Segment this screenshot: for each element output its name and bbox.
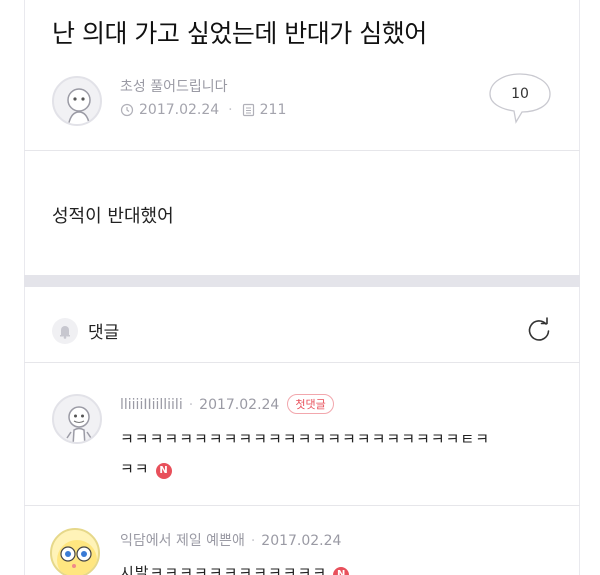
comment-avatar[interactable] <box>52 394 102 444</box>
comment-text: ㅋㅋ <box>120 460 150 478</box>
comment-count: 10 <box>511 86 529 102</box>
new-mark-icon: N <box>333 567 350 575</box>
document-icon <box>242 103 254 117</box>
comment-date: 2017.02.24 <box>261 533 342 549</box>
section-separator <box>24 275 580 287</box>
comment-count-button[interactable]: 10 <box>488 70 556 126</box>
divider <box>24 362 580 363</box>
refresh-button[interactable] <box>524 315 554 345</box>
author-avatar[interactable] <box>52 76 102 126</box>
divider <box>24 150 580 151</box>
first-comment-badge: 첫댓글 <box>287 394 334 414</box>
meta-separator: · <box>228 102 233 118</box>
comment-text-line2: ㅋㅋ N <box>120 458 172 479</box>
new-mark-icon: N <box>155 463 172 479</box>
refresh-icon <box>528 317 550 341</box>
divider <box>24 505 580 506</box>
post-title: 난 의대 가고 싶었는데 반대가 심했어 <box>52 19 427 48</box>
clock-icon <box>120 103 134 117</box>
post-author[interactable]: 초성 풀어드립니다 <box>120 76 228 96</box>
comment-author[interactable]: 익담에서 제일 예쁜애 <box>120 533 245 549</box>
comments-header: 댓글 <box>88 323 120 343</box>
comment-text: 시발ㅋㅋㅋㅋㅋㅋㅋㅋㅋㅋㅋㅋ <box>120 564 328 575</box>
post-content: 성적이 반대했어 <box>52 206 174 227</box>
comment-date: 2017.02.24 <box>199 397 280 413</box>
post-views: 211 <box>259 102 287 118</box>
bell-icon <box>52 318 78 344</box>
comment-meta: lliiiiIIiilliili · 2017.02.24 첫댓글 <box>120 394 334 414</box>
comment-text-line: 시발ㅋㅋㅋㅋㅋㅋㅋㅋㅋㅋㅋㅋ N <box>120 562 350 575</box>
comment-author[interactable]: lliiiiIIiilliili <box>120 397 183 413</box>
cartoon-face-icon <box>57 540 97 575</box>
meta-separator: · <box>250 533 256 549</box>
post-meta: 2017.02.24 · 211 <box>120 102 286 118</box>
meta-separator: · <box>188 397 194 413</box>
comment-avatar[interactable] <box>50 528 100 575</box>
comment-meta: 익담에서 제일 예쁜애 · 2017.02.24 <box>120 530 341 550</box>
post-date: 2017.02.24 <box>139 102 220 118</box>
comment-text: ㅋㅋㅋㅋㅋㅋㅋㅋㅋㅋㅋㅋㅋㅋㅋㅋㅋㅋㅋㅋㅋㅋㅋㅌㅋ <box>120 430 491 448</box>
